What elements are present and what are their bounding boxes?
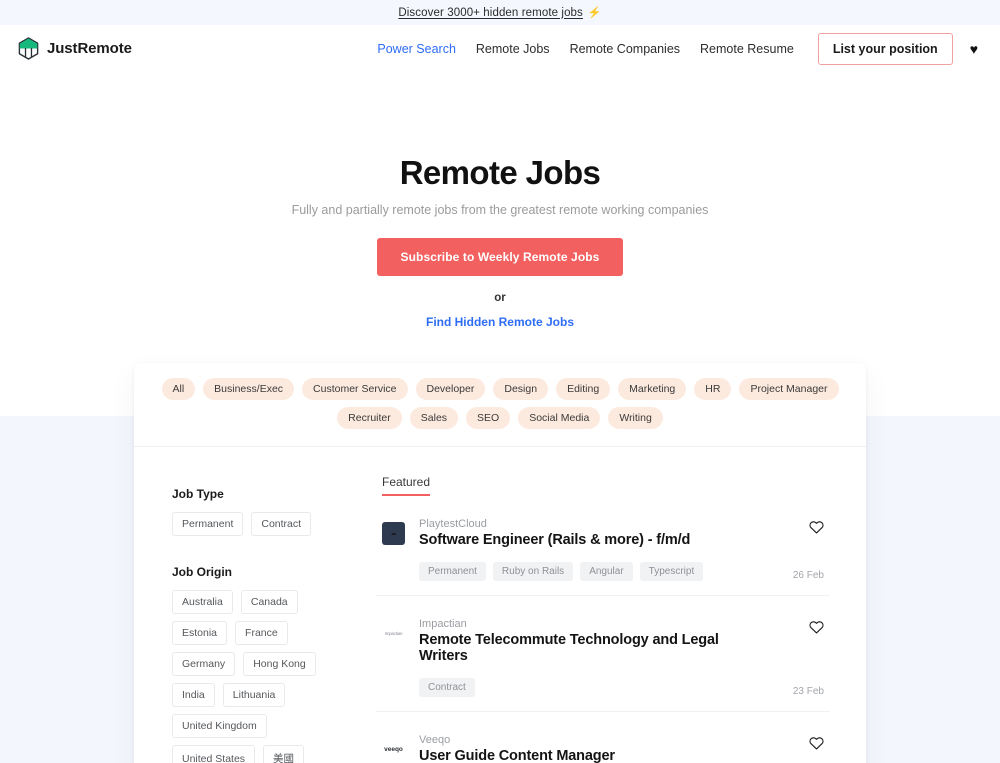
category-chip[interactable]: Social Media bbox=[518, 407, 601, 429]
announcement-bar: Discover 3000+ hidden remote jobs ⚡ bbox=[0, 0, 1000, 25]
job-tag[interactable]: Ruby on Rails bbox=[492, 562, 574, 581]
justremote-cube-icon bbox=[18, 37, 39, 60]
page-title: Remote Jobs bbox=[399, 154, 601, 191]
filter-chip[interactable]: Estonia bbox=[172, 621, 228, 645]
job-tag-list: Permanent Ruby on Rails Angular Typescript bbox=[419, 562, 770, 581]
filter-chip[interactable]: France bbox=[235, 621, 288, 645]
category-chip[interactable]: Marketing bbox=[618, 378, 687, 400]
job-listing-row[interactable]: Impactian Impactian Remote Telecommute Tec… bbox=[376, 596, 830, 712]
category-chip[interactable]: Sales bbox=[409, 407, 459, 429]
job-tag[interactable]: Typescript bbox=[639, 562, 704, 581]
lightning-bolt-icon: ⚡ bbox=[587, 7, 602, 19]
filter-chip[interactable]: Germany bbox=[172, 652, 236, 676]
job-type-title: Job Type bbox=[172, 487, 224, 501]
nav-link-remote-jobs[interactable]: Remote Jobs bbox=[466, 42, 560, 56]
job-title[interactable]: Software Engineer (Rails & more) - f/m/d bbox=[419, 532, 770, 548]
job-tag[interactable]: Contract bbox=[419, 678, 475, 697]
category-chip[interactable]: HR bbox=[694, 378, 732, 400]
job-listing-row[interactable]: veeqoVeeqoUser Guide Content ManagerPerm… bbox=[376, 712, 830, 763]
main-nav: Power Search Remote Jobs Remote Companie… bbox=[367, 32, 978, 65]
job-tag-list: Contract bbox=[419, 678, 770, 697]
job-side-column: 19 Feb bbox=[770, 734, 824, 763]
category-chip[interactable]: All bbox=[161, 378, 196, 400]
category-chip[interactable]: Recruiter bbox=[337, 407, 402, 429]
find-hidden-remote-jobs-link[interactable]: Find Hidden Remote Jobs bbox=[426, 315, 574, 329]
filter-chip[interactable]: United Kingdom bbox=[172, 714, 267, 738]
job-side-column: 23 Feb bbox=[770, 618, 824, 697]
job-list: ☁ PlaytestCloud Software Engineer (Rails &… bbox=[376, 496, 830, 763]
lower-section: All Business/Exec Customer Service Develope… bbox=[0, 363, 1000, 763]
job-listings: Featured ☁ PlaytestCloud Software Engineer… bbox=[376, 475, 866, 763]
category-chip[interactable]: Project Manager bbox=[739, 378, 839, 400]
nav-link-power-search[interactable]: Power Search bbox=[367, 42, 466, 56]
filter-chip[interactable]: Permanent bbox=[172, 512, 244, 536]
filter-chip[interactable]: United States bbox=[172, 745, 256, 763]
nav-link-remote-resume[interactable]: Remote Resume bbox=[690, 42, 804, 56]
job-details: VeeqoUser Guide Content ManagerPermanent bbox=[419, 734, 770, 763]
job-company-name: Veeqo bbox=[419, 734, 451, 746]
job-origin-filter-group: Australia Canada Estonia France Germany Hong … bbox=[172, 590, 344, 763]
filters-sidebar: Job Type Permanent Contract Job Origin Au… bbox=[134, 475, 376, 763]
filter-chip[interactable]: Hong Kong bbox=[243, 652, 316, 676]
job-posted-date: 23 Feb bbox=[792, 686, 824, 697]
category-chip[interactable]: Design bbox=[493, 378, 549, 400]
category-chip[interactable]: Editing bbox=[556, 378, 611, 400]
card-body: Job Type Permanent Contract Job Origin Au… bbox=[134, 447, 866, 763]
filter-chip[interactable]: Lithuania bbox=[222, 683, 286, 707]
category-chip[interactable]: Customer Service bbox=[302, 378, 408, 400]
filter-chip[interactable]: Australia bbox=[172, 590, 233, 614]
job-company-name: Impactian bbox=[419, 618, 467, 630]
job-listing-row[interactable]: ☁ PlaytestCloud Software Engineer (Rails &… bbox=[376, 496, 830, 596]
category-chip[interactable]: SEO bbox=[466, 407, 511, 429]
job-type-filter-group: Permanent Contract bbox=[172, 512, 344, 536]
job-side-column: 26 Feb bbox=[770, 518, 824, 581]
brand-logo[interactable]: JustRemote bbox=[18, 37, 132, 60]
job-details: Impactian Remote Telecommute Technology a… bbox=[419, 618, 770, 697]
jobs-card: All Business/Exec Customer Service Develope… bbox=[134, 363, 866, 763]
category-chip[interactable]: Developer bbox=[415, 378, 486, 400]
heart-outline-icon[interactable] bbox=[809, 736, 824, 750]
job-origin-title: Job Origin bbox=[172, 565, 232, 579]
brand-name: JustRemote bbox=[47, 40, 132, 57]
nav-link-remote-companies[interactable]: Remote Companies bbox=[560, 42, 690, 56]
job-company-name: PlaytestCloud bbox=[419, 518, 487, 530]
subscribe-button[interactable]: Subscribe to Weekly Remote Jobs bbox=[376, 238, 624, 276]
job-tag[interactable]: Permanent bbox=[419, 562, 486, 581]
job-details: PlaytestCloud Software Engineer (Rails & … bbox=[419, 518, 770, 581]
category-chip[interactable]: Writing bbox=[608, 407, 663, 429]
impactian-logo-icon: Impactian bbox=[382, 622, 405, 645]
announcement-link[interactable]: Discover 3000+ hidden remote jobs bbox=[398, 7, 583, 19]
job-title[interactable]: User Guide Content Manager bbox=[419, 748, 770, 763]
playtestcloud-cloud-icon: ☁ bbox=[382, 522, 405, 545]
hero-subtitle: Fully and partially remote jobs from the… bbox=[291, 203, 709, 217]
filter-chip[interactable]: Contract bbox=[251, 512, 312, 536]
category-chip[interactable]: Business/Exec bbox=[203, 378, 295, 400]
veeqo-logo-icon: veeqo bbox=[382, 738, 405, 761]
tab-featured[interactable]: Featured bbox=[382, 475, 431, 496]
job-posted-date: 26 Feb bbox=[792, 570, 824, 581]
filter-chip[interactable]: 美國 bbox=[263, 745, 305, 763]
category-chip-row: All Business/Exec Customer Service Develope… bbox=[134, 363, 866, 447]
job-tag[interactable]: Angular bbox=[580, 562, 633, 581]
site-header: JustRemote Power Search Remote Jobs Remo… bbox=[0, 25, 1000, 72]
filter-spacer bbox=[172, 536, 376, 565]
heart-filled-icon[interactable]: ♥ bbox=[970, 42, 978, 56]
listings-tabs: Featured bbox=[376, 475, 830, 496]
list-your-position-button[interactable]: List your position bbox=[817, 32, 953, 65]
filter-chip[interactable]: India bbox=[172, 683, 215, 707]
job-title[interactable]: Remote Telecommute Technology and Legal … bbox=[419, 632, 770, 664]
filter-chip[interactable]: Canada bbox=[240, 590, 298, 614]
hero-section: Remote Jobs Fully and partially remote j… bbox=[0, 72, 1000, 331]
heart-outline-icon[interactable] bbox=[809, 620, 824, 634]
heart-outline-icon[interactable] bbox=[809, 520, 824, 534]
or-separator: or bbox=[494, 292, 506, 304]
